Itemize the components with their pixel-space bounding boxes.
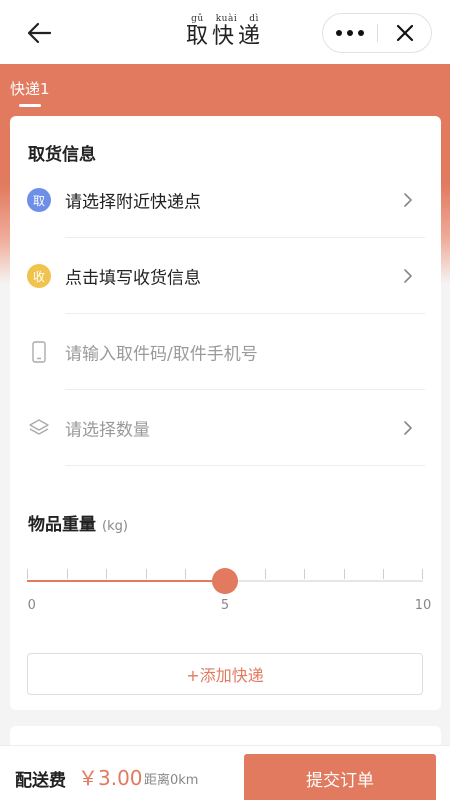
slider-tick: [422, 569, 423, 579]
scale-label-mid: 5: [220, 598, 230, 613]
receiver-info-label: 点击填写收货信息: [65, 268, 201, 289]
delivery-fee-amount: ￥3.00: [78, 766, 143, 790]
receiver-info-row[interactable]: 收 点击填写收货信息: [10, 238, 441, 314]
more-button[interactable]: [323, 14, 377, 52]
phone-icon: [27, 340, 51, 364]
weight-section-title: 物品重量 (kg): [28, 510, 128, 535]
slider-tick: [343, 569, 345, 579]
weight-unit: (kg): [102, 519, 128, 534]
slider-tick: [66, 569, 68, 579]
select-pickup-point-label: 请选择附近快递点: [65, 192, 201, 213]
more-dots-icon: [336, 30, 342, 36]
pinyin-syllable: gǔ: [191, 14, 204, 24]
chevron-right-icon: [401, 269, 415, 283]
tab-active-indicator: [19, 104, 41, 107]
submit-order-button[interactable]: 提交订单: [244, 754, 436, 800]
add-express-button[interactable]: +添加快递: [27, 653, 423, 695]
slider-tick: [304, 569, 306, 579]
slider-thumb[interactable]: [212, 568, 238, 594]
pickup-code-row[interactable]: 请输入取件码/取件手机号: [10, 314, 441, 390]
slider-tick: [106, 569, 108, 579]
pickup-badge-icon: 取: [27, 188, 51, 212]
select-pickup-point-row[interactable]: 取 请选择附近快递点: [10, 162, 441, 238]
pinyin-syllable: kuài: [215, 14, 238, 24]
slider-tick: [27, 569, 28, 579]
scale-label-max: 10: [414, 598, 432, 613]
pinyin-syllable: dì: [249, 14, 259, 24]
slider-tick: [145, 569, 147, 579]
pickup-code-input[interactable]: 请输入取件码/取件手机号: [65, 340, 258, 365]
weight-title-text: 物品重量: [28, 515, 96, 535]
chevron-right-icon: [401, 193, 415, 207]
quantity-row[interactable]: 请选择数量: [10, 390, 441, 466]
row-divider: [65, 465, 425, 466]
chevron-right-icon: [401, 421, 415, 435]
close-icon: [396, 24, 414, 42]
navigation-bar: gǔ kuài dì 取快递: [0, 0, 450, 64]
delivery-fee-label: 配送费: [15, 771, 66, 791]
layers-icon: [27, 416, 51, 440]
mini-program-capsule: [322, 13, 432, 53]
slider-fill: [27, 580, 225, 582]
slider-tick: [383, 569, 385, 579]
quantity-label: 请选择数量: [65, 420, 150, 441]
receive-badge-icon: 收: [27, 264, 51, 288]
weight-slider[interactable]: [27, 566, 423, 596]
slider-tick: [264, 569, 266, 579]
pickup-card: 取货信息 取 请选择附近快递点 收 点击填写收货信息 请输入取件码/取件手机号: [10, 116, 441, 710]
capsule-divider: [377, 24, 378, 42]
slider-tick: [185, 569, 187, 579]
bottom-bar: 配送费 ￥3.00 距离0km 提交订单: [0, 745, 450, 800]
distance-text: 距离0km: [144, 773, 199, 788]
tab-express-1[interactable]: 快递1: [10, 78, 50, 99]
scale-label-min: 0: [27, 598, 36, 613]
close-button[interactable]: [379, 14, 431, 52]
